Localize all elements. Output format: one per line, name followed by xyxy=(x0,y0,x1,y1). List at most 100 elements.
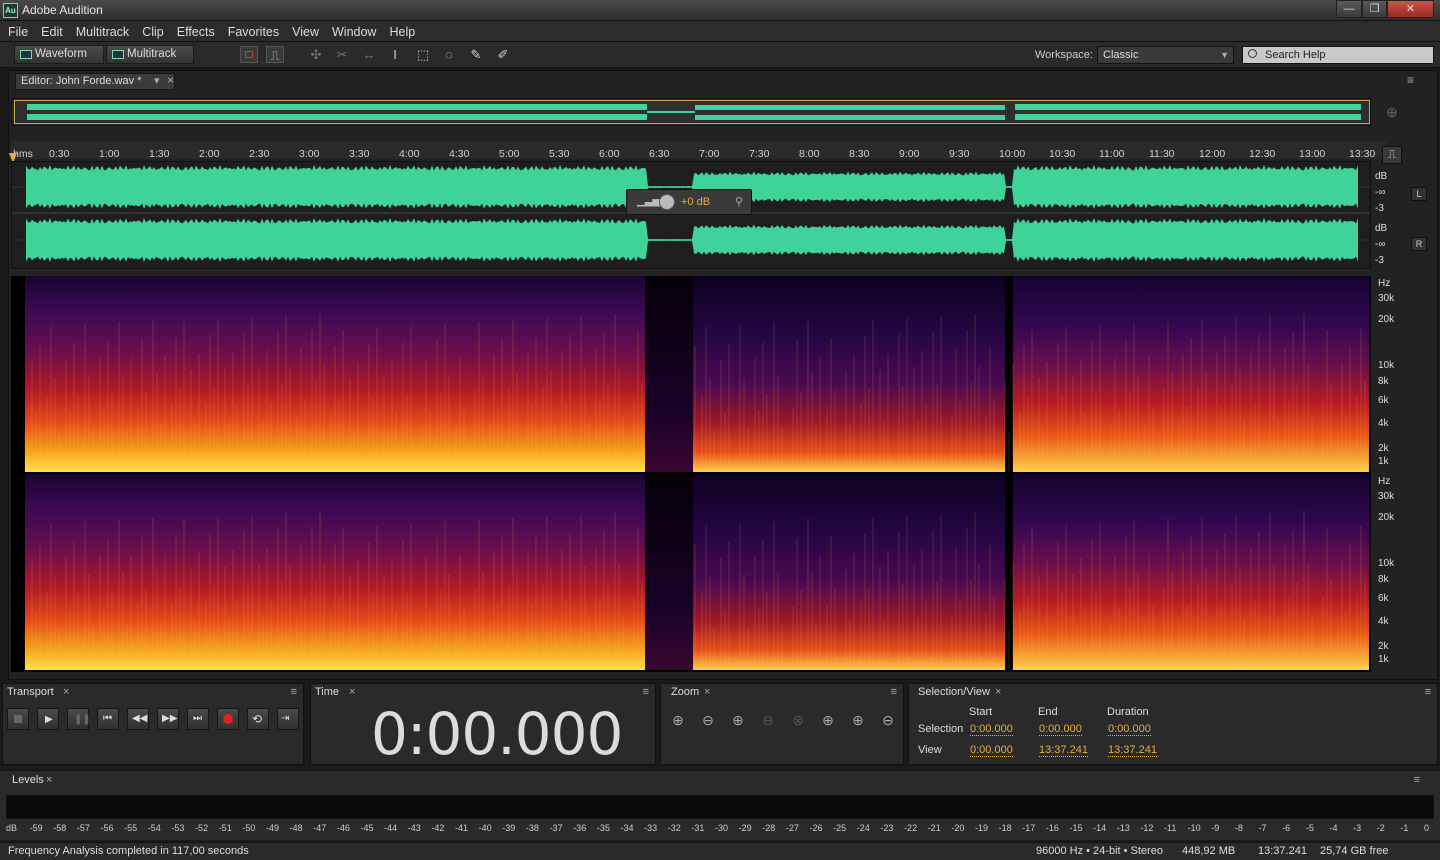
chevron-down-icon[interactable]: ▾ xyxy=(154,74,160,89)
menu-window[interactable]: Window xyxy=(332,25,376,39)
selection-start-value[interactable]: 0:00.000 xyxy=(970,723,1013,736)
zoom-in-selection-icon[interactable]: ⊕ xyxy=(847,712,869,730)
transport-close-icon[interactable]: × xyxy=(63,686,69,698)
zoom-in-icon[interactable]: ⊕ xyxy=(1386,104,1398,121)
go-to-end-button[interactable]: ⏭ xyxy=(187,708,209,730)
overview-view-range[interactable] xyxy=(14,100,1370,124)
menu-multitrack[interactable]: Multitrack xyxy=(76,25,129,39)
ruler-tick-label: 6:00 xyxy=(599,148,620,160)
level-scale-label: -25 xyxy=(833,823,847,833)
zoom-out-time-icon[interactable]: ⊖ xyxy=(757,712,779,730)
workspace-select[interactable]: Classic ▼ xyxy=(1097,46,1234,64)
record-button[interactable] xyxy=(217,708,239,730)
level-scale-label: -28 xyxy=(762,823,776,833)
menu-view[interactable]: View xyxy=(292,25,319,39)
menu-effects[interactable]: Effects xyxy=(177,25,215,39)
selection-close-icon[interactable]: × xyxy=(995,686,1001,698)
zoom-close-icon[interactable]: × xyxy=(704,686,710,698)
level-scale-label: -15 xyxy=(1069,823,1083,833)
multitrack-view-button[interactable]: Multitrack xyxy=(106,45,194,64)
play-button[interactable]: ▶ xyxy=(37,708,59,730)
overview-navigator[interactable] xyxy=(11,98,1371,126)
zoom-out-amplitude-icon[interactable]: ⊖ xyxy=(697,712,719,730)
menu-favorites[interactable]: Favorites xyxy=(228,25,279,39)
level-scale-label: -45 xyxy=(360,823,374,833)
time-selection-tool-icon[interactable]: I xyxy=(386,46,404,63)
panel-menu-icon[interactable]: ≡ xyxy=(1407,73,1414,87)
show-waveform-icon[interactable] xyxy=(240,46,258,63)
headphones-icon[interactable]: ⎍ xyxy=(1382,146,1402,164)
stop-button[interactable] xyxy=(7,708,29,730)
razor-tool-icon[interactable]: ✂ xyxy=(333,46,351,63)
show-spectral-icon[interactable]: ⎍ xyxy=(266,46,284,63)
waveform-shape xyxy=(26,218,1358,262)
waveform-view-button[interactable]: Waveform xyxy=(14,45,104,64)
fast-forward-button[interactable]: ▶▶ xyxy=(157,708,179,730)
time-title: Time xyxy=(315,686,340,698)
menu-edit[interactable]: Edit xyxy=(41,25,63,39)
marquee-tool-icon[interactable]: ⬚ xyxy=(414,46,432,63)
zoom-out-full-icon[interactable]: ⊗ xyxy=(787,712,809,730)
gain-knob[interactable] xyxy=(659,194,675,210)
lasso-tool-icon[interactable]: ◌ xyxy=(440,46,458,63)
db-label: -∞ xyxy=(1375,187,1386,198)
level-scale-label: -26 xyxy=(809,823,823,833)
minimize-button[interactable]: — xyxy=(1336,0,1362,18)
waveform-display[interactable] xyxy=(11,161,1371,269)
view-end-value[interactable]: 13:37.241 xyxy=(1039,744,1088,757)
editor-tab[interactable]: Editor: John Forde.wav * ▾ xyxy=(15,73,175,90)
level-scale-label: -44 xyxy=(384,823,398,833)
panel-menu-icon[interactable]: ≡ xyxy=(643,686,649,698)
pin-icon[interactable]: ⚲ xyxy=(735,195,743,208)
go-to-start-button[interactable]: ⏮ xyxy=(97,708,119,730)
time-ruler[interactable]: hms 0:30 1:00 1:30 2:00 2:30 3:00 3:30 4:00 4:30 5… xyxy=(11,141,1386,160)
level-scale-label: -41 xyxy=(455,823,469,833)
db-label: -∞ xyxy=(1375,239,1386,250)
restore-button[interactable]: ❐ xyxy=(1362,0,1387,18)
selection-end-value[interactable]: 0:00.000 xyxy=(1039,723,1082,736)
zoom-in-amplitude-icon[interactable]: ⊕ xyxy=(667,712,689,730)
menu-clip[interactable]: Clip xyxy=(142,25,164,39)
frequency-label: 4k xyxy=(1378,418,1389,429)
view-start-value[interactable]: 0:00.000 xyxy=(970,744,1013,757)
menu-help[interactable]: Help xyxy=(389,25,415,39)
editor-tab-close-icon[interactable]: × xyxy=(167,73,174,87)
levels-close-icon[interactable]: × xyxy=(46,774,52,786)
spectral-frequency-display[interactable] xyxy=(11,276,1371,672)
brush-tool-icon[interactable]: ✎ xyxy=(467,46,485,63)
start-header: Start xyxy=(969,706,993,718)
right-channel-toggle[interactable]: R xyxy=(1411,237,1427,251)
frequency-label: 1k xyxy=(1378,654,1389,665)
panel-menu-icon[interactable]: ≡ xyxy=(291,686,297,698)
panel-menu-icon[interactable]: ≡ xyxy=(891,686,897,698)
ruler-tick-label: 10:30 xyxy=(1049,148,1076,160)
rewind-button[interactable]: ◀◀ xyxy=(127,708,149,730)
levels-panel: Levels × ≡ dB -59 -58 -57 -56 -55 -54 -53 -52 -51… xyxy=(0,770,1440,840)
selection-row-label: Selection xyxy=(918,723,964,735)
menu-file[interactable]: File xyxy=(8,25,28,39)
move-tool-icon[interactable]: ✣ xyxy=(307,46,325,63)
hud-gain-control[interactable]: ▁▃▅ +0 dB ⚲ xyxy=(626,189,752,215)
pause-button[interactable]: ❚❚ xyxy=(67,708,91,730)
time-close-icon[interactable]: × xyxy=(349,686,355,698)
slip-tool-icon[interactable]: ↔ xyxy=(360,46,378,63)
frequency-label: 20k xyxy=(1378,512,1395,523)
waveform-icon xyxy=(20,50,32,59)
level-scale-label: -27 xyxy=(785,823,799,833)
left-channel-toggle[interactable]: L xyxy=(1411,187,1427,201)
level-scale-label: -53 xyxy=(171,823,185,833)
zoom-in-time-icon[interactable]: ⊕ xyxy=(727,712,749,730)
selection-duration-value[interactable]: 0:00.000 xyxy=(1108,723,1151,736)
close-button[interactable]: ✕ xyxy=(1387,0,1434,18)
search-help-input[interactable]: Search Help xyxy=(1242,46,1434,64)
panel-menu-icon[interactable]: ≡ xyxy=(1425,686,1431,698)
level-scale-label: -52 xyxy=(195,823,209,833)
panel-menu-icon[interactable]: ≡ xyxy=(1414,774,1420,786)
skip-selection-button[interactable]: ⇥ xyxy=(277,708,299,730)
zoom-out-selection-icon[interactable]: ⊖ xyxy=(877,712,899,730)
view-duration-value[interactable]: 13:37.241 xyxy=(1108,744,1157,757)
loop-button[interactable]: ⟲ xyxy=(247,708,269,730)
spot-healing-tool-icon[interactable]: ✐ xyxy=(494,46,512,63)
gain-value[interactable]: +0 dB xyxy=(681,196,710,208)
zoom-to-selection-icon[interactable]: ⊕ xyxy=(817,712,839,730)
